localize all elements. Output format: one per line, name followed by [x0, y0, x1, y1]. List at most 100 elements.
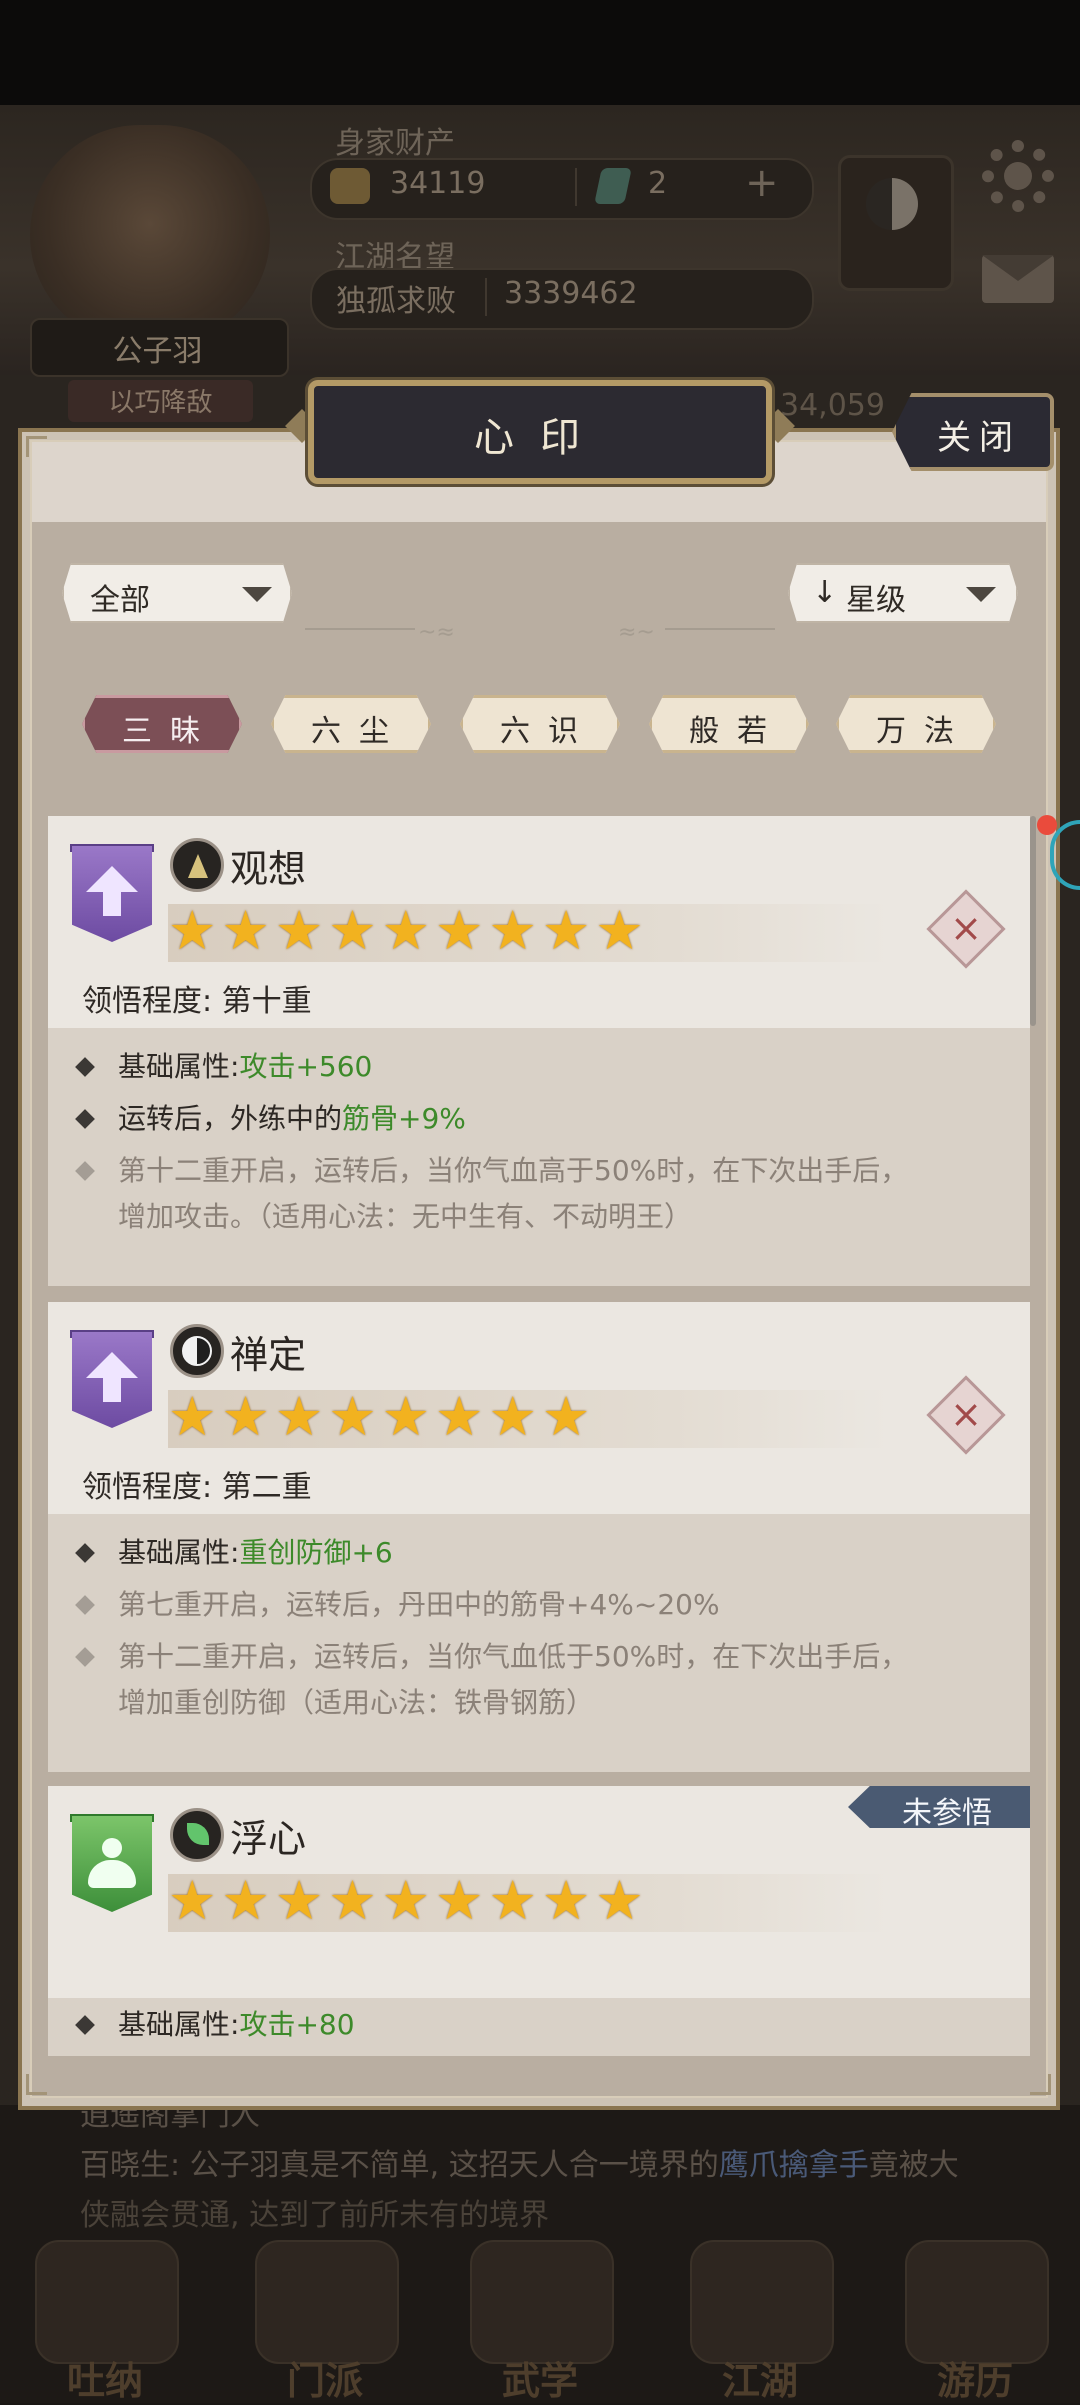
coin-icon	[330, 168, 370, 204]
chat-line-3: 侠融会贯通, 达到了前所未有的境界	[80, 2198, 550, 2233]
chat-line-2-a: 百晓生: 公子羽真是不简单, 这招天人合一境界的	[80, 2148, 719, 2183]
nav-menpai-label: 门派	[286, 2358, 363, 2403]
mail-icon-flap	[982, 255, 1054, 281]
corner-ornament	[26, 436, 47, 457]
mastery-label: 领悟程度:	[82, 984, 213, 1019]
sort-value: 星级	[846, 583, 906, 618]
rank-up-icon-stem	[103, 890, 121, 916]
sort-dropdown[interactable]: ↓ 星级	[788, 563, 1018, 623]
rank-up-icon-stem	[103, 1376, 121, 1402]
mastery-label: 领悟程度:	[82, 1470, 213, 1505]
attr-label: 第十二重开启，运转后，当你气血低于50%时，在下次出手后，	[118, 1640, 909, 1673]
tab-wanfa[interactable]: 万法	[836, 695, 996, 753]
card-body: 基础属性:攻击+80	[48, 1998, 1030, 2056]
nav-menpai[interactable]: 门派	[245, 2240, 405, 2403]
taiji-icon	[866, 178, 918, 230]
tab-liuchen-label: 六尘	[311, 714, 407, 749]
nav-menpai-art	[255, 2240, 399, 2364]
star-rating: ★★★★★★★★★	[168, 1869, 649, 1932]
yin-yang-icon	[182, 1336, 212, 1366]
player-avatar[interactable]	[30, 125, 270, 345]
nav-wuxue[interactable]: 武学	[460, 2240, 620, 2403]
star-rating: ★★★★★★★★★	[168, 899, 649, 962]
gear-icon-core	[1004, 162, 1032, 190]
corner-ornament	[26, 2074, 47, 2095]
card-body: 基础属性:重创防御+6 第七重开启，运转后，丹田中的筋骨+4%~20% 第十二重…	[48, 1514, 1030, 1772]
divider-ornament: ≈~	[618, 620, 655, 645]
rank-up-icon	[86, 1352, 138, 1378]
combat-power: 34,059	[780, 388, 885, 423]
add-currency-icon[interactable]: +	[745, 160, 779, 206]
type-filter-value: 全部	[90, 583, 150, 618]
divider-ornament: ~≈	[418, 620, 455, 645]
xinyin-card[interactable]: 观想 ★★★★★★★★★ × 领悟程度: 第十重 基础属性:攻击+560 运转后…	[48, 816, 1030, 1286]
nav-tuna[interactable]: 吐纳	[25, 2240, 185, 2403]
nav-youli-label: 游历	[936, 2358, 1013, 2403]
nav-youli[interactable]: 游历	[895, 2240, 1055, 2403]
wealth-label: 身家财产	[335, 126, 455, 161]
tab-bore-label: 般若	[689, 714, 785, 749]
chevron-down-icon	[242, 587, 272, 602]
diamond-bullet-icon	[75, 2015, 95, 2035]
player-name: 公子羽	[112, 334, 203, 369]
attr-label: 增加攻击。（适用心法：无中生有、不动明王）	[118, 1200, 693, 1233]
corner-ornament	[1030, 2074, 1051, 2095]
player-title: 以巧降敌	[108, 388, 213, 418]
jade-count: 2	[648, 166, 668, 201]
xinyin-card[interactable]: 禅定 ★★★★★★★★ × 领悟程度: 第二重 基础属性:重创防御+6 第七重开…	[48, 1302, 1030, 1772]
tab-liuchen[interactable]: 六尘	[271, 695, 431, 753]
mastery-level: 领悟程度: 第二重	[82, 1462, 312, 1506]
fame-title: 独孤求败	[336, 284, 456, 319]
tab-liushi-label: 六识	[500, 714, 596, 749]
dialog-title: 心印	[474, 415, 606, 461]
rank-up-icon	[86, 866, 138, 892]
wealth-divider	[575, 168, 577, 206]
meditation-icon-head	[102, 1838, 122, 1858]
attr-value: 筋骨+9%	[342, 1102, 466, 1135]
nav-wuxue-label: 武学	[501, 2358, 578, 2403]
divider-ornament	[305, 628, 415, 630]
card-body: 基础属性:攻击+560 运转后，外练中的筋骨+9% 第十二重开启，运转后，当你气…	[48, 1028, 1030, 1286]
diamond-bullet-icon	[75, 1161, 95, 1181]
status-bar-area	[0, 0, 1080, 105]
attr-value: 攻击+80	[239, 2008, 355, 2041]
nav-jianghu-label: 江湖	[721, 2358, 798, 2403]
guanxiang-type-icon	[170, 838, 224, 892]
tab-liushi[interactable]: 六识	[460, 695, 620, 753]
nav-youli-art	[905, 2240, 1049, 2364]
attr-label: 基础属性:	[118, 2008, 240, 2041]
attr-value: 攻击+560	[239, 1050, 373, 1083]
type-filter-dropdown[interactable]: 全部	[62, 563, 292, 623]
chat-line-2-skill[interactable]: 鹰爪擒拿手	[719, 2148, 869, 2183]
tab-bore[interactable]: 般若	[649, 695, 809, 753]
diamond-bullet-icon	[75, 1595, 95, 1615]
diamond-bullet-icon	[75, 1647, 95, 1667]
close-button-label: 关闭	[937, 418, 1021, 458]
card-name: 禅定	[230, 1333, 307, 1377]
sort-direction-icon: ↓	[812, 575, 838, 610]
coin-count: 34119	[390, 166, 486, 201]
list-scrollbar[interactable]	[1030, 816, 1036, 1026]
fame-value: 3339462	[504, 276, 638, 311]
mastery-level: 领悟程度: 第十重	[82, 976, 312, 1020]
divider-ornament	[665, 628, 775, 630]
nav-tuna-art	[35, 2240, 179, 2364]
diamond-bullet-icon	[75, 1109, 95, 1129]
nav-jianghu[interactable]: 江湖	[680, 2240, 840, 2403]
card-name: 观想	[230, 847, 307, 891]
mastery-value: 第二重	[221, 1470, 312, 1505]
tab-wanfa-label: 万法	[876, 714, 972, 749]
star-rating: ★★★★★★★★	[168, 1385, 596, 1448]
nav-tuna-label: 吐纳	[66, 2358, 143, 2403]
attr-label: 基础属性:	[118, 1050, 240, 1083]
attr-label: 运转后，外练中的	[118, 1102, 343, 1135]
attr-value: 重创防御+6	[239, 1536, 393, 1569]
notification-dot	[1037, 815, 1057, 835]
close-icon: ×	[950, 1392, 982, 1436]
diamond-bullet-icon	[75, 1057, 95, 1077]
diamond-bullet-icon	[75, 1543, 95, 1563]
nav-jianghu-art	[690, 2240, 834, 2364]
wealth-box	[310, 158, 814, 220]
attr-label: 基础属性:	[118, 1536, 240, 1569]
tab-sanmei[interactable]: 三昧	[82, 695, 242, 753]
